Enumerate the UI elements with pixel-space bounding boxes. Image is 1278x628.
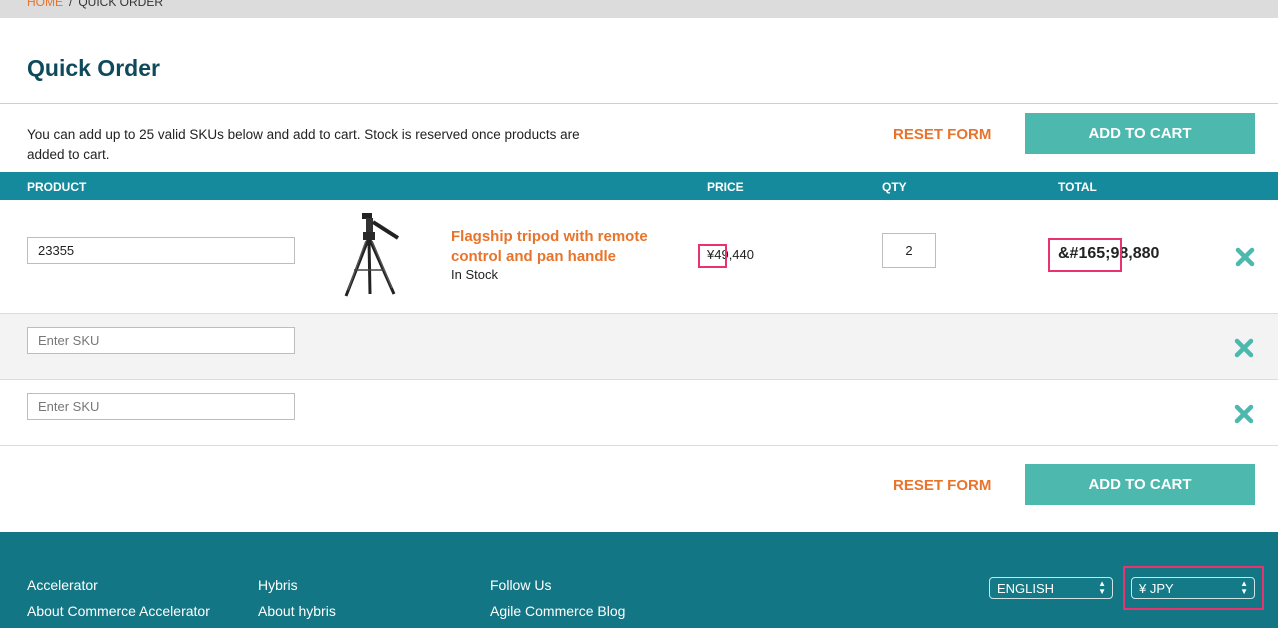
reset-form-link-bottom[interactable]: RESET FORM <box>893 477 991 494</box>
footer-link-follow-us[interactable]: Follow Us <box>490 577 551 593</box>
currency-select-highlight <box>1123 566 1264 610</box>
product-name-link[interactable]: Flagship tripod with remote control and … <box>451 227 671 267</box>
order-row: Flagship tripod with remote control and … <box>0 200 1278 314</box>
price-currency-highlight <box>698 244 727 268</box>
order-row <box>0 314 1278 380</box>
language-select[interactable]: ENGLISH ▲ ▼ <box>989 577 1113 599</box>
page-title: Quick Order <box>27 55 160 81</box>
header-product: PRODUCT <box>27 180 87 194</box>
footer-link-about-accelerator[interactable]: About Commerce Accelerator <box>27 603 210 619</box>
reset-form-link-top[interactable]: RESET FORM <box>893 126 991 143</box>
title-divider <box>0 103 1278 104</box>
order-row <box>0 380 1278 446</box>
total-currency-highlight <box>1048 238 1122 272</box>
table-header: PRODUCT PRICE QTY TOTAL <box>0 172 1278 200</box>
remove-x-icon[interactable] <box>1235 247 1255 267</box>
product-image <box>344 213 400 297</box>
header-price: PRICE <box>707 180 744 194</box>
remove-x-icon[interactable] <box>1234 404 1254 424</box>
intro-text: You can add up to 25 valid SKUs below an… <box>27 127 580 162</box>
footer-link-blog[interactable]: Agile Commerce Blog <box>490 603 625 619</box>
add-to-cart-button-top[interactable]: ADD TO CART <box>1025 113 1255 154</box>
add-to-cart-button-bottom[interactable]: ADD TO CART <box>1025 464 1255 505</box>
quantity-input[interactable]: 2 <box>882 233 936 268</box>
remove-x-icon[interactable] <box>1234 338 1254 358</box>
footer-link-about-hybris[interactable]: About hybris <box>258 603 336 619</box>
header-total: TOTAL <box>1058 180 1097 194</box>
sku-input[interactable] <box>27 327 295 354</box>
stock-status: In Stock <box>451 267 498 282</box>
breadcrumb-current: QUICK ORDER <box>78 0 164 9</box>
footer-link-accelerator[interactable]: Accelerator <box>27 577 98 593</box>
breadcrumb-separator: / <box>69 0 73 9</box>
breadcrumb: HOME / QUICK ORDER <box>27 0 163 9</box>
breadcrumb-home-link[interactable]: HOME <box>27 0 63 9</box>
updown-arrows-icon: ▲ ▼ <box>1098 579 1106 596</box>
footer-link-hybris[interactable]: Hybris <box>258 577 298 593</box>
breadcrumb-bar: HOME / QUICK ORDER <box>0 0 1278 18</box>
sku-input[interactable] <box>27 393 295 420</box>
header-qty: QTY <box>882 180 907 194</box>
footer: Accelerator About Commerce Accelerator H… <box>0 532 1278 628</box>
language-select-value: ENGLISH <box>997 580 1055 596</box>
sku-input[interactable] <box>27 237 295 264</box>
